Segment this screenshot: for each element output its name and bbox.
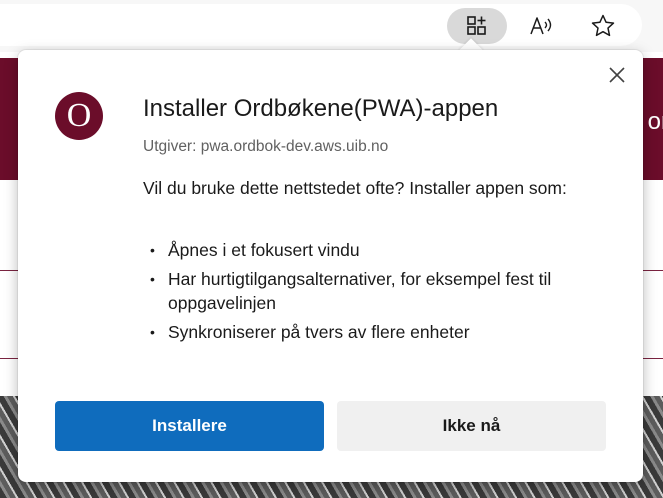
close-button[interactable] (600, 58, 634, 92)
bullet: • (150, 270, 155, 287)
browser-toolbar (0, 0, 663, 52)
app-available-button[interactable] (447, 8, 507, 44)
dialog-title: Installer Ordbøkene(PWA)-appen (143, 95, 499, 122)
feature-text: Åpnes i et fokusert vindu (168, 240, 360, 260)
dialog-description: Vil du bruke dette nettstedet ofte? Inst… (143, 178, 567, 198)
feature-text: Synkroniserer på tvers av flere enheter (168, 321, 470, 342)
feature-item: • Synkroniserer på tvers av flere enhete… (150, 320, 620, 345)
bullet: • (150, 323, 155, 340)
star-icon (591, 14, 615, 37)
feature-item: • Åpnes i et fokusert vindu (150, 238, 620, 263)
app-available-icon (467, 16, 486, 35)
app-logo: O (55, 92, 103, 140)
site-header-text: or (647, 108, 663, 135)
read-aloud-icon (530, 17, 552, 35)
feature-list: • Åpnes i et fokusert vindu • Har hurtig… (150, 238, 620, 348)
read-aloud-button[interactable] (512, 8, 572, 44)
favorite-button[interactable] (573, 8, 633, 44)
feature-item: • Har hurtigtilgangsalternativer, for ek… (150, 267, 620, 316)
not-now-button[interactable]: Ikke nå (337, 401, 606, 451)
install-button[interactable]: Installere (55, 401, 324, 451)
bullet: • (150, 242, 155, 258)
feature-text: Har hurtigtilgangsalternativer, for ekse… (168, 268, 552, 314)
publisher-text: Utgiver: pwa.ordbok-dev.aws.uib.no (143, 138, 389, 155)
close-icon (609, 67, 625, 83)
